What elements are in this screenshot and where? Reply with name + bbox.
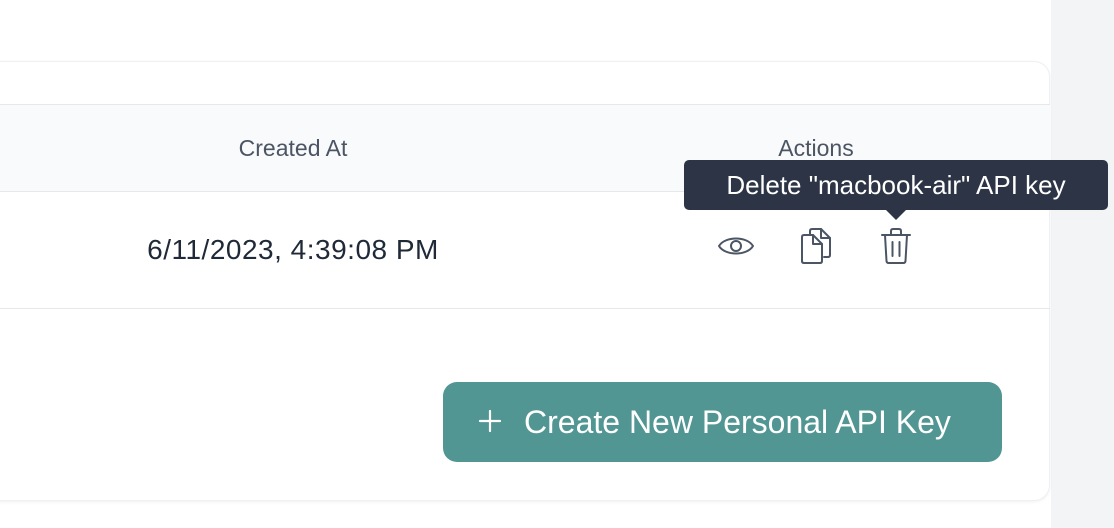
- column-header-created-at: Created At: [238, 135, 348, 161]
- trash-icon: [881, 228, 911, 264]
- copy-api-key-button[interactable]: [794, 222, 838, 270]
- page-right-gutter: [1051, 0, 1114, 528]
- tooltip-text: Delete "macbook-air" API key: [726, 170, 1066, 200]
- delete-api-key-button[interactable]: [874, 222, 918, 270]
- create-api-key-button[interactable]: Create New Personal API Key: [443, 382, 1002, 462]
- tooltip-arrow: [885, 209, 907, 220]
- create-api-key-label: Create New Personal API Key: [524, 404, 951, 440]
- plus-icon: [478, 409, 502, 433]
- delete-tooltip: Delete "macbook-air" API key: [684, 160, 1108, 220]
- eye-icon: [718, 237, 754, 255]
- copy-icon: [801, 228, 831, 264]
- view-api-key-button[interactable]: [714, 222, 758, 270]
- created-at-cell: 6/11/2023, 4:39:08 PM: [147, 234, 439, 265]
